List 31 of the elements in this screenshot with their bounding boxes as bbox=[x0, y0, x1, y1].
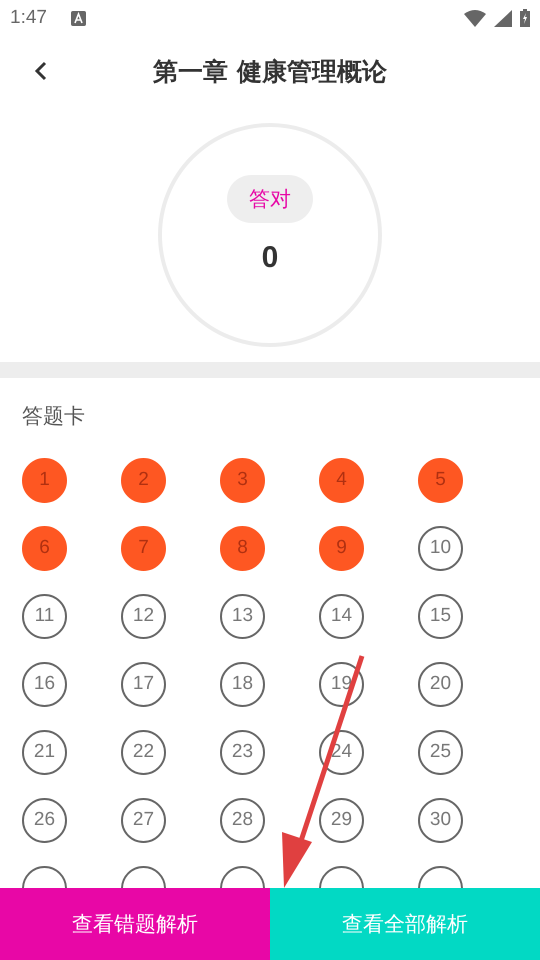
question-number[interactable]: 15 bbox=[418, 594, 463, 638]
question-number[interactable]: 27 bbox=[121, 798, 166, 842]
question-number[interactable]: 16 bbox=[22, 662, 67, 706]
question-number[interactable]: 20 bbox=[418, 662, 463, 706]
signal-icon bbox=[494, 10, 512, 26]
page-title: 第一章 健康管理概论 bbox=[153, 56, 387, 88]
question-number[interactable]: 22 bbox=[121, 730, 166, 774]
wifi-icon bbox=[464, 10, 486, 26]
question-number[interactable]: 13 bbox=[220, 594, 265, 638]
question-number[interactable]: 17 bbox=[121, 662, 166, 706]
question-number[interactable]: 29 bbox=[319, 798, 364, 842]
question-number[interactable]: 14 bbox=[319, 594, 364, 638]
question-number[interactable]: 25 bbox=[418, 730, 463, 774]
score-value: 0 bbox=[262, 241, 278, 275]
question-number[interactable]: 21 bbox=[22, 730, 67, 774]
question-number[interactable]: 30 bbox=[418, 798, 463, 842]
score-label: 答对 bbox=[227, 175, 313, 223]
battery-icon bbox=[520, 9, 530, 27]
keyboard-notification-icon bbox=[70, 10, 86, 26]
status-time: 1:47 bbox=[10, 7, 47, 29]
question-number[interactable]: 12 bbox=[121, 594, 166, 638]
question-number[interactable]: 28 bbox=[220, 798, 265, 842]
question-number[interactable]: 11 bbox=[22, 594, 67, 638]
question-number[interactable]: 10 bbox=[418, 526, 463, 570]
question-number[interactable]: 19 bbox=[319, 662, 364, 706]
question-number[interactable]: 23 bbox=[220, 730, 265, 774]
section-title: 答题卡 bbox=[22, 403, 86, 430]
back-icon[interactable] bbox=[34, 60, 48, 82]
question-number[interactable]: 18 bbox=[220, 662, 265, 706]
question-number[interactable]: 26 bbox=[22, 798, 67, 842]
analysis-button[interactable]: 查看错题解析 bbox=[0, 888, 270, 960]
